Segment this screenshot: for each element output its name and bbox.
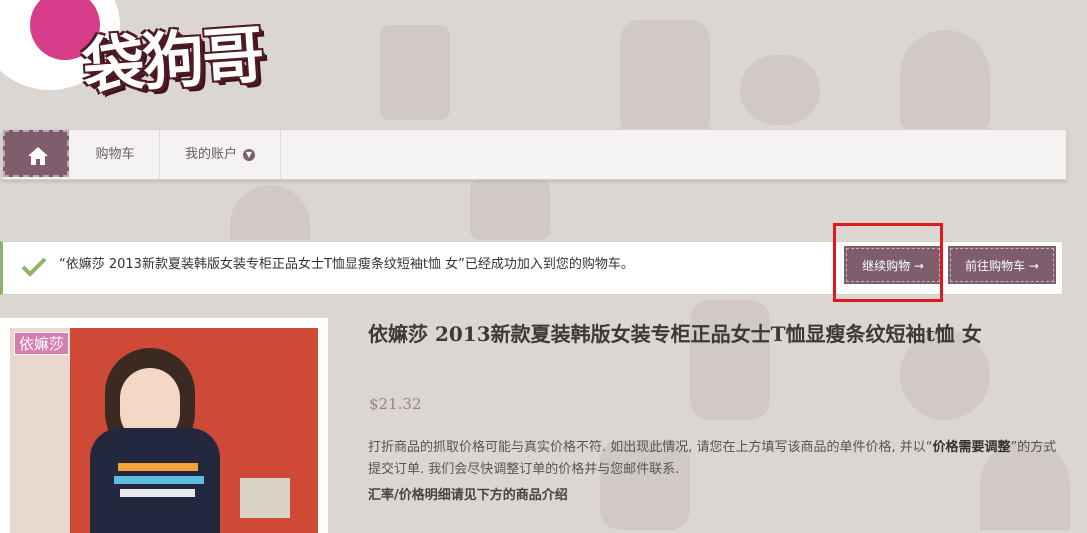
brand-tag: 依嫲莎: [14, 332, 70, 355]
image-lamp: [240, 478, 290, 518]
main-nav: 购物车 我的账户 ▼: [2, 129, 1067, 180]
background-pattern-shape: [470, 180, 550, 240]
nav-item-label: 我的账户: [184, 147, 237, 162]
nav-item-account[interactable]: 我的账户 ▼: [160, 130, 281, 179]
nav-item-label: 购物车: [95, 147, 135, 162]
background-pattern-shape: [620, 20, 710, 130]
image-stripe: [120, 489, 195, 497]
product-description: 打折商品的抓取价格可能与真实价格不符. 如出现此情况, 请您在上方填写该商品的单…: [368, 437, 1058, 481]
background-pattern-shape: [900, 30, 990, 130]
background-pattern-shape: [230, 185, 310, 240]
image-stripe: [118, 463, 198, 471]
chevron-down-icon: ▼: [243, 148, 255, 161]
product-price: $21.32: [369, 395, 422, 413]
checkmark-icon: [21, 257, 47, 277]
background-pattern-shape: [740, 55, 820, 125]
highlight-box: [833, 223, 943, 302]
go-to-cart-button[interactable]: 前往购物车 →: [950, 248, 1054, 282]
desc-text: 打折商品的抓取价格可能与真实价格不符. 如出现此情况, 请您在上方填写该商品的单…: [368, 440, 933, 455]
price-note: 汇率/价格明细请见下方的商品介绍: [368, 488, 568, 503]
notice-message: “依嫲莎 2013新款夏装韩版女装专柜正品女士T恤显瘦条纹短袖t恤 女”已经成功…: [59, 257, 634, 272]
product-image[interactable]: [10, 328, 318, 533]
product-title: 依嫲莎 2013新款夏装韩版女装专柜正品女士T恤显瘦条纹短袖t恤 女: [368, 322, 982, 346]
nav-item-cart[interactable]: 购物车: [71, 130, 160, 179]
image-stripe: [114, 476, 204, 484]
home-button[interactable]: [3, 130, 69, 177]
background-pattern-shape: [380, 25, 450, 120]
logo-text: 袋狗哥: [80, 17, 265, 104]
home-icon: [28, 147, 48, 165]
desc-emphasis: 价格需要调整: [932, 440, 1011, 455]
image-curtain: [10, 328, 70, 533]
